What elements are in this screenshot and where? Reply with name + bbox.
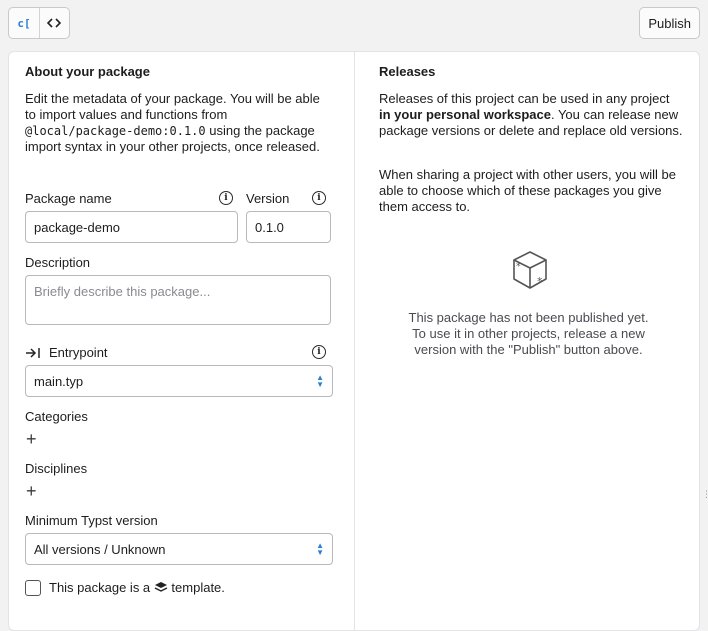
package-name-info-icon[interactable]: i	[219, 191, 233, 205]
layers-icon	[154, 582, 168, 592]
select-chevron-icon: ▲ ▼	[316, 373, 324, 389]
version-input[interactable]	[246, 211, 331, 243]
select-chevron-icon: ▲ ▼	[316, 541, 324, 557]
import-path: @local/package-demo:0.1.0	[25, 124, 206, 138]
package-name-label: Package name	[25, 191, 112, 206]
min-version-label: Minimum Typst version	[25, 513, 158, 528]
releases-bold-text: in your personal workspace	[379, 107, 551, 122]
template-label: This package is a template.	[49, 580, 225, 595]
template-checkbox[interactable]	[25, 580, 41, 596]
description-input[interactable]	[25, 275, 331, 325]
entrypoint-value: main.typ	[34, 373, 84, 389]
panel-resize-handle[interactable]: ⋮	[702, 490, 708, 499]
template-prefix: This package is a	[49, 580, 151, 595]
package-card: About your package Edit the metadata of …	[8, 51, 700, 631]
empty-state-line-1: This package has not been published yet.	[408, 310, 649, 325]
svg-text:*: *	[537, 275, 543, 288]
package-name-input[interactable]	[25, 211, 238, 243]
version-info-icon[interactable]: i	[312, 191, 326, 205]
description-label: Description	[25, 255, 91, 270]
disciplines-label: Disciplines	[25, 461, 88, 476]
entrypoint-label: Entrypoint	[49, 345, 108, 360]
template-suffix: template.	[171, 580, 225, 595]
releases-title: Releases	[379, 64, 436, 79]
version-label: Version	[246, 191, 290, 206]
releases-panel: Releases Releases of this project can be…	[356, 52, 701, 630]
min-version-select[interactable]: All versions / Unknown ▲ ▼	[25, 533, 333, 565]
add-discipline-button[interactable]: +	[26, 481, 37, 502]
entrypoint-select[interactable]: main.typ ▲ ▼	[25, 365, 333, 397]
entrypoint-icon	[26, 348, 40, 358]
releases-description: Releases of this project can be used in …	[379, 91, 684, 139]
about-description: Edit the metadata of your package. You w…	[25, 91, 325, 155]
code-icon	[47, 18, 62, 28]
svg-text:*: *	[516, 262, 521, 272]
entrypoint-info-icon[interactable]: i	[312, 345, 326, 359]
top-bar: c[ Publish	[0, 0, 708, 46]
package-box-icon: * *	[513, 251, 547, 289]
about-panel: About your package Edit the metadata of …	[9, 52, 355, 630]
code-toggle-button[interactable]	[38, 8, 69, 38]
empty-state-line-2: To use it in other projects, release a n…	[412, 326, 645, 341]
preview-toggle-button[interactable]: c[	[9, 8, 39, 38]
about-desc-text-1: Edit the metadata of your package. You w…	[25, 91, 320, 122]
preview-icon: c[	[17, 16, 31, 30]
categories-label: Categories	[25, 409, 88, 424]
releases-text-1: Releases of this project can be used in …	[379, 91, 670, 106]
view-toggle: c[	[8, 7, 70, 39]
add-category-button[interactable]: +	[26, 429, 37, 450]
publish-button[interactable]: Publish	[639, 7, 700, 39]
about-title: About your package	[25, 64, 150, 79]
min-version-value: All versions / Unknown	[34, 541, 166, 557]
empty-state-line-3: version with the "Publish" button above.	[414, 342, 643, 357]
sharing-description: When sharing a project with other users,…	[379, 167, 676, 214]
